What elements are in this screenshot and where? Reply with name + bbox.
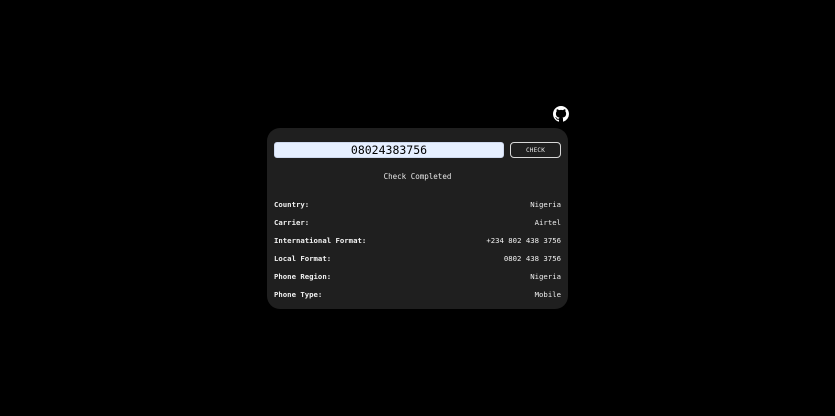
check-button[interactable]: CHECK [510, 142, 561, 158]
github-icon [553, 106, 569, 122]
result-label: Carrier: [274, 217, 310, 227]
result-row-phone-type: Phone Type: Mobile [274, 285, 561, 303]
phone-checker-card: CHECK Check Completed Country: Nigeria C… [267, 128, 568, 309]
result-row-phone-region: Phone Region: Nigeria [274, 267, 561, 285]
result-row-carrier: Carrier: Airtel [274, 213, 561, 231]
result-label: Phone Region: [274, 271, 332, 281]
result-value: 0802 438 3756 [503, 253, 561, 263]
result-row-local-format: Local Format: 0802 438 3756 [274, 249, 561, 267]
results-list: Country: Nigeria Carrier: Airtel Interna… [274, 195, 561, 303]
result-value: Airtel [534, 217, 561, 227]
result-label: Country: [274, 199, 310, 209]
result-label: Local Format: [274, 253, 332, 263]
result-value: +234 802 438 3756 [486, 235, 561, 245]
result-label: Phone Type: [274, 289, 323, 299]
input-row: CHECK [274, 142, 561, 158]
page: CHECK Check Completed Country: Nigeria C… [0, 0, 835, 416]
phone-number-input[interactable] [274, 142, 504, 158]
result-value: Mobile [534, 289, 561, 299]
result-label: International Format: [274, 235, 367, 245]
github-link[interactable] [553, 106, 569, 122]
result-row-country: Country: Nigeria [274, 195, 561, 213]
result-value: Nigeria [530, 199, 561, 209]
result-value: Nigeria [530, 271, 561, 281]
status-text: Check Completed [383, 172, 452, 181]
result-row-international-format: International Format: +234 802 438 3756 [274, 231, 561, 249]
